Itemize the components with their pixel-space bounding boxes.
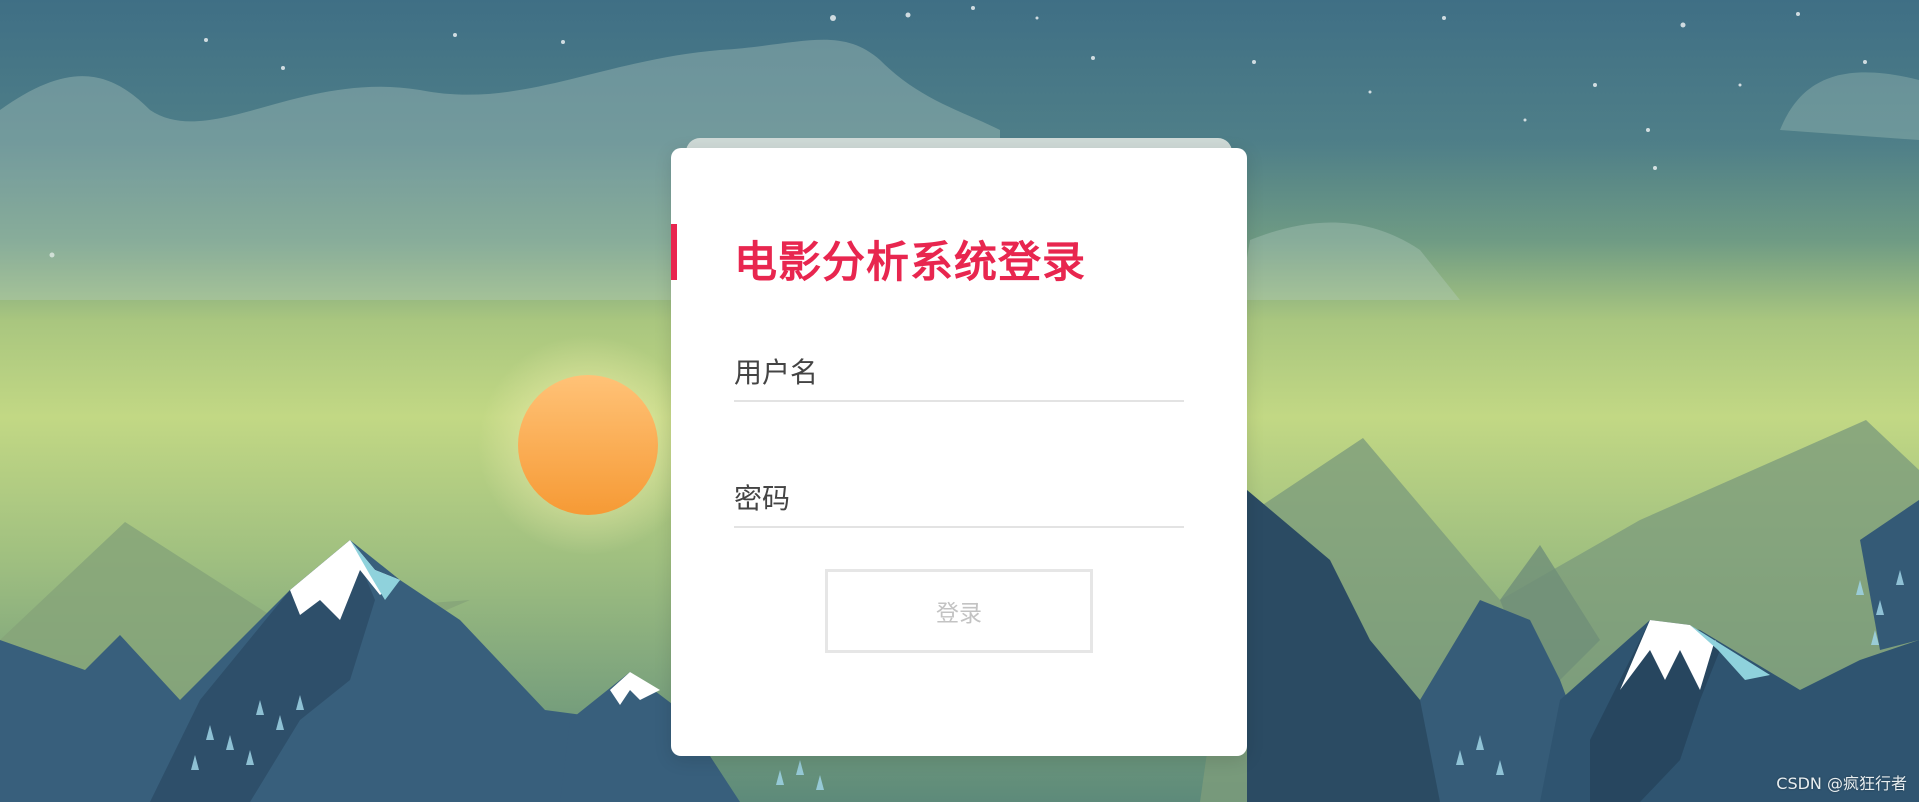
login-button[interactable]: 登录 [825,569,1093,653]
login-card: 电影分析系统登录 登录 [671,148,1247,756]
title-accent-bar [671,224,677,280]
sun [518,375,658,515]
username-input[interactable] [734,344,1184,402]
csdn-watermark: CSDN @疯狂行者 [1776,774,1907,793]
page-title: 电影分析系统登录 [734,238,1086,288]
password-input[interactable] [734,470,1184,528]
